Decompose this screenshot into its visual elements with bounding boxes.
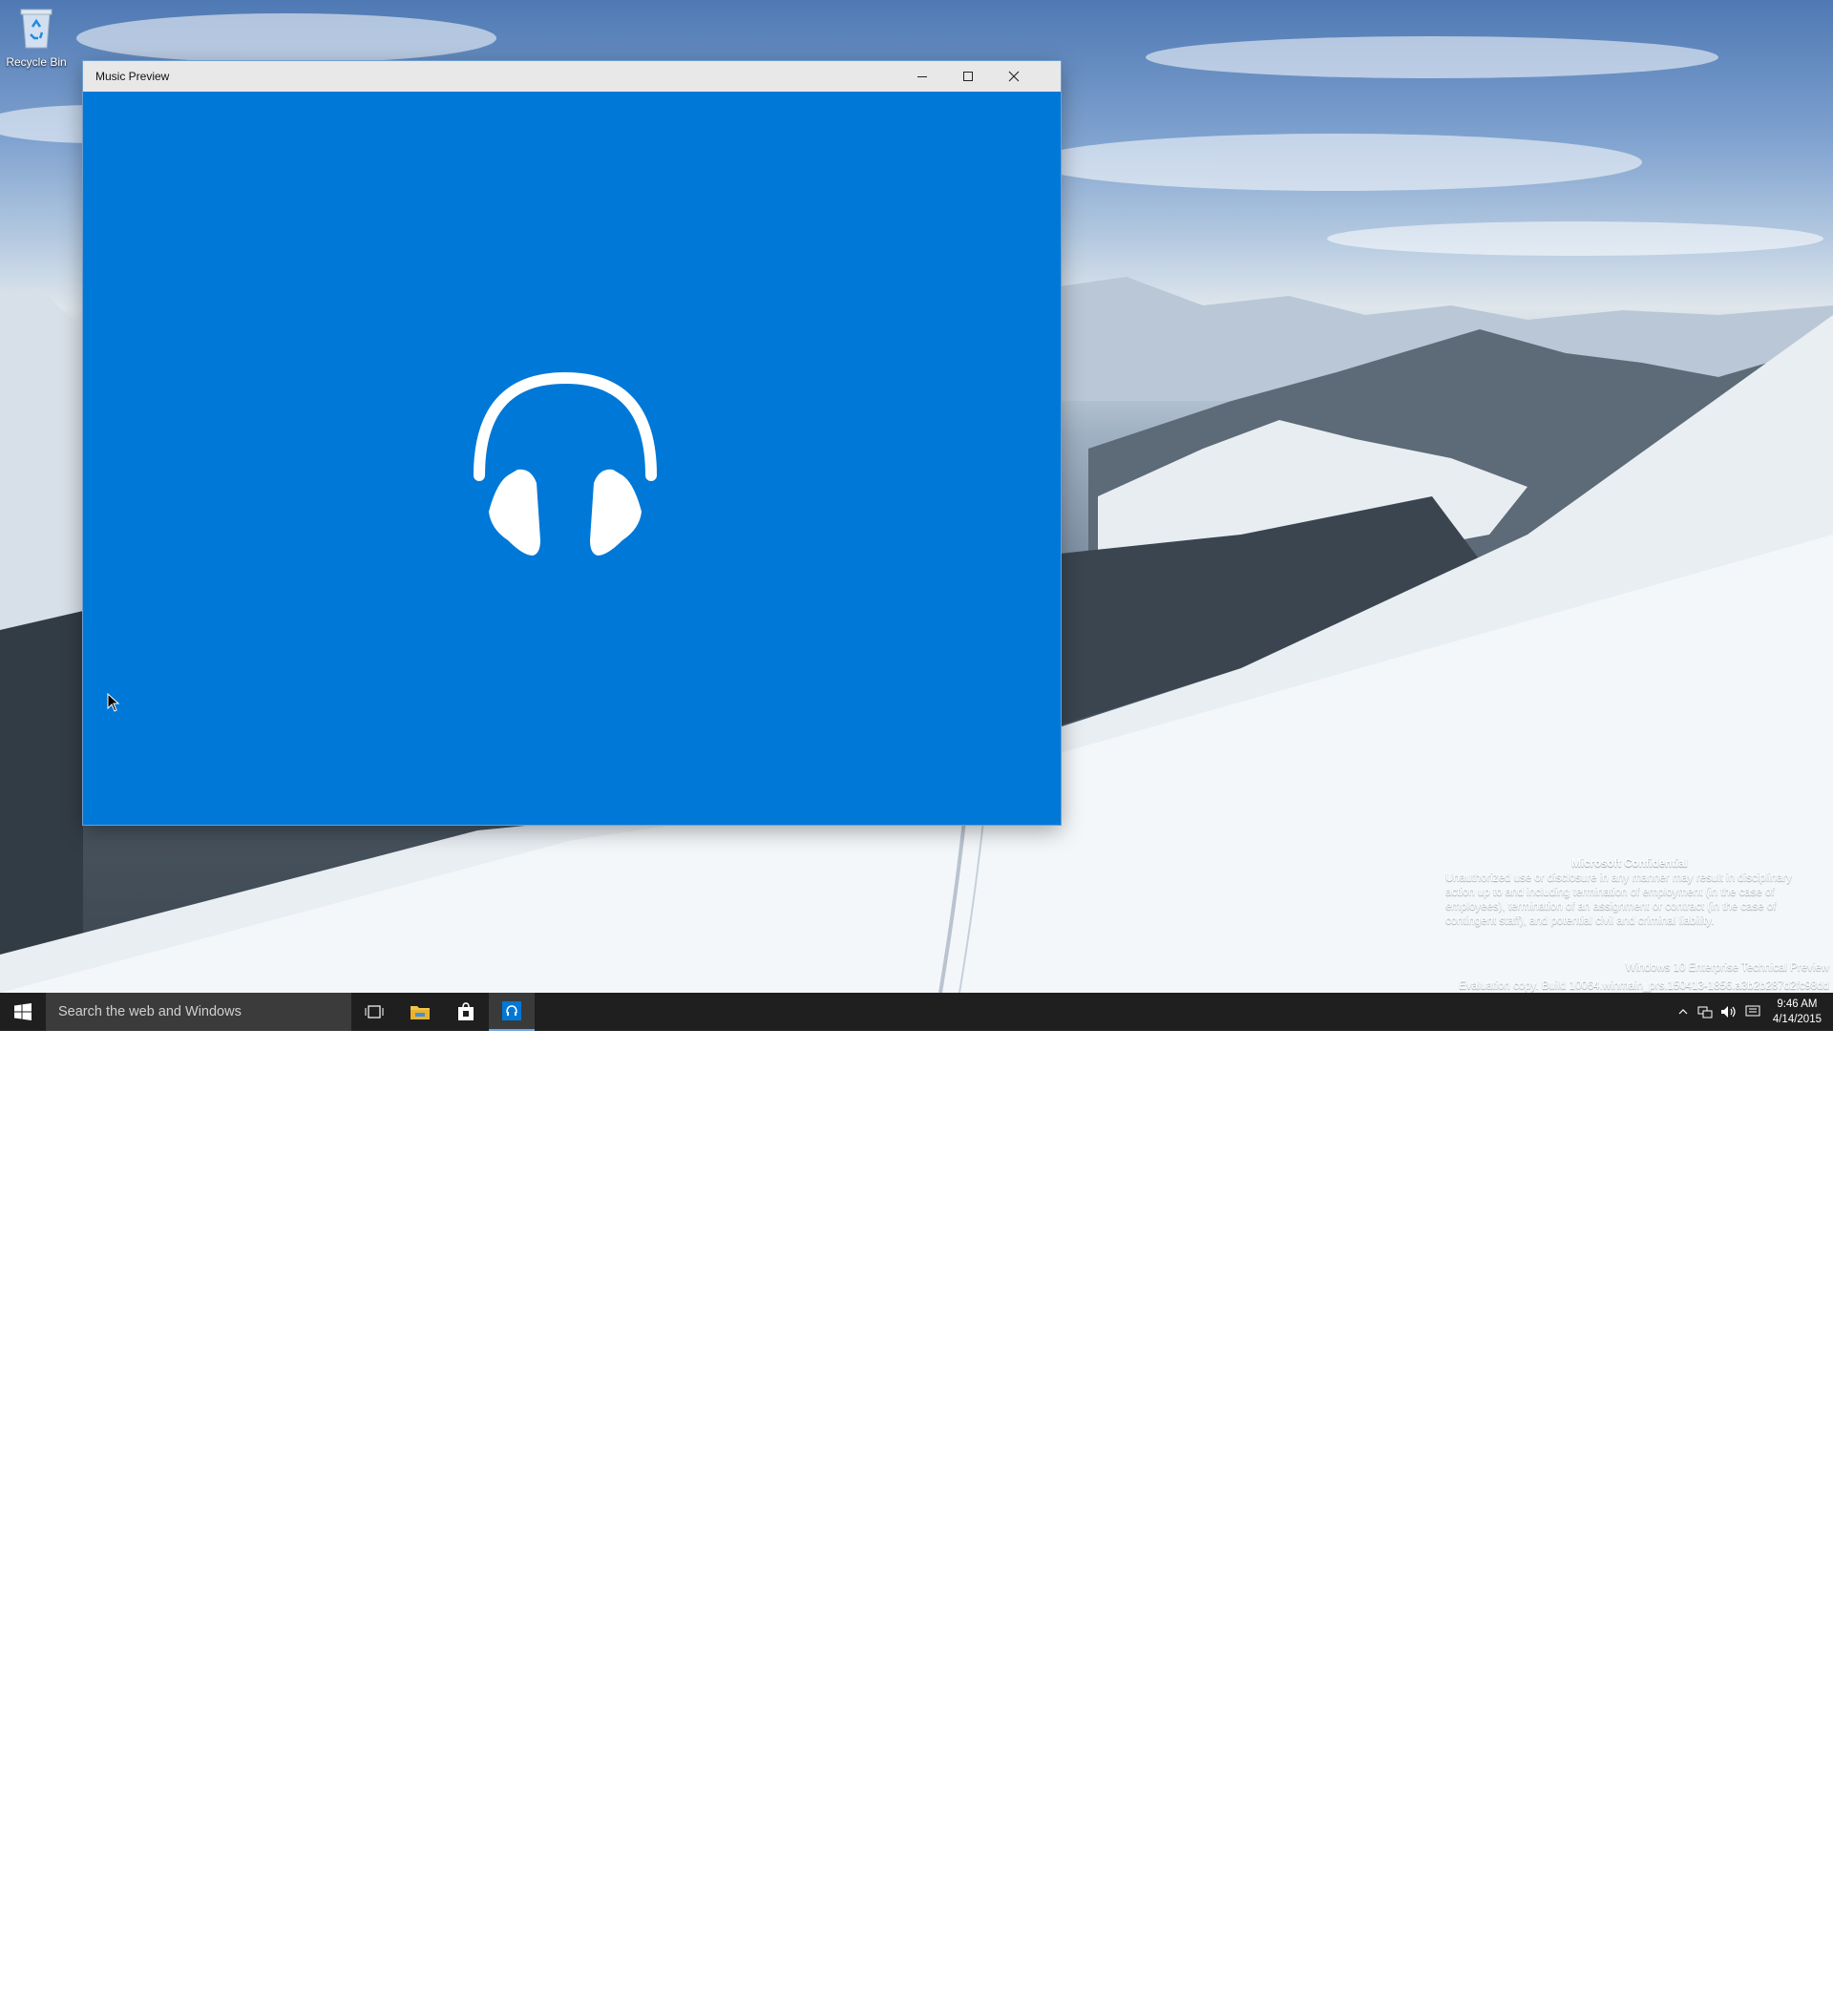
search-box[interactable] <box>46 993 351 1031</box>
music-preview-window[interactable]: Music Preview <box>83 61 1061 825</box>
close-button[interactable] <box>992 61 1036 92</box>
action-center-button[interactable] <box>1741 993 1764 1031</box>
confidential-title: Microsoft Confidential <box>1571 858 1688 870</box>
close-icon <box>1008 71 1020 82</box>
clock-date: 4/14/2015 <box>1772 1014 1822 1025</box>
recycle-bin-icon <box>17 6 55 50</box>
clock-time: 9:46 AM <box>1777 998 1818 1010</box>
network-button[interactable] <box>1694 993 1717 1031</box>
mouse-cursor-icon <box>107 693 120 712</box>
splash-screen <box>83 92 1061 825</box>
headphones-icon <box>474 371 657 556</box>
maximize-icon <box>963 72 973 81</box>
start-button[interactable] <box>0 993 46 1031</box>
volume-button[interactable] <box>1717 993 1741 1031</box>
desktop-icon-recycle-bin[interactable]: Recycle Bin <box>4 6 69 69</box>
chevron-up-icon <box>1678 1009 1688 1015</box>
minimize-button[interactable] <box>900 61 944 92</box>
volume-icon <box>1721 1006 1736 1018</box>
confidential-notice: Microsoft Confidential Unauthorized use … <box>1445 857 1814 929</box>
book-logo-icon <box>1593 1984 1641 2016</box>
taskbar: The Collection Book 9:46 AM 4/14/2015 <box>0 993 1833 2016</box>
search-input[interactable] <box>56 1003 337 1020</box>
music-app-button[interactable] <box>489 993 535 1031</box>
confidential-body: Unauthorized use or disclosure in any ma… <box>1445 872 1793 927</box>
task-view-icon <box>365 1005 384 1018</box>
store-icon <box>458 1002 474 1020</box>
title-bar[interactable]: Music Preview <box>83 61 1061 93</box>
network-icon <box>1697 1006 1713 1018</box>
watermark: The Collection Book <box>1592 1984 1812 2016</box>
action-center-icon <box>1745 1005 1760 1017</box>
file-explorer-icon <box>411 1006 430 1019</box>
build-watermark: Windows 10 Enterprise Technical Preview … <box>1459 959 1829 993</box>
task-view-button[interactable] <box>351 993 397 1031</box>
clock[interactable]: 9:46 AM 4/14/2015 <box>1773 997 1822 1027</box>
desktop-icon-label: Recycle Bin <box>6 55 67 69</box>
music-app-icon <box>502 1001 521 1020</box>
store-button[interactable] <box>443 993 489 1031</box>
show-hidden-icons-button[interactable] <box>1673 993 1694 1031</box>
maximize-button[interactable] <box>946 61 990 92</box>
minimize-icon <box>917 76 927 77</box>
start-icon <box>14 1003 32 1020</box>
build-text: Evaluation copy. Build 10064.winmain_prs… <box>1459 980 1829 992</box>
file-explorer-button[interactable] <box>397 993 443 1031</box>
window-title: Music Preview <box>95 70 170 83</box>
watermark-text: The Collection Book <box>1650 1989 1813 2009</box>
edition-text: Windows 10 Enterprise Technical Preview <box>1625 962 1829 974</box>
